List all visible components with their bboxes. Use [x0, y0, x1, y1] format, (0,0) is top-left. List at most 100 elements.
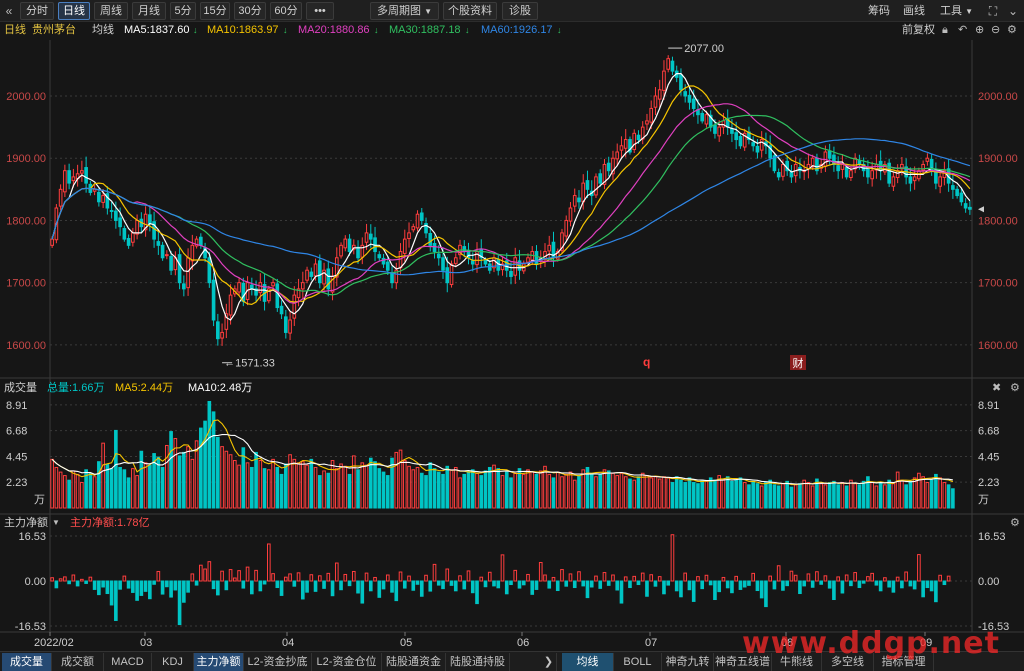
netflow-panel-title[interactable]: 主力净额 [4, 516, 48, 530]
volume-bar [547, 473, 552, 509]
netflow-bar [105, 580, 110, 595]
tab-right-0[interactable]: 均线 [562, 653, 614, 671]
candle-body [687, 94, 692, 103]
volume-bar [373, 461, 377, 509]
volume-tick-left: 8.91 [6, 400, 27, 412]
netflow-bar [237, 570, 241, 582]
candle-body [679, 74, 683, 91]
netflow-bar [199, 564, 203, 582]
netflow-bar [840, 580, 845, 594]
volume-bar [577, 475, 581, 509]
volume-bar [453, 466, 458, 509]
candle-body [662, 70, 666, 91]
last-price-marker [978, 206, 984, 213]
netflow-bar [462, 580, 467, 590]
volume-bar [445, 465, 450, 509]
volume-bar [143, 462, 148, 509]
settings-gear-icon[interactable]: ⚙ [1010, 516, 1020, 530]
tab-left-8[interactable]: 陆股通持股 [446, 653, 510, 671]
volume-bar [870, 482, 874, 509]
candle-body [216, 321, 220, 340]
x-tick-label: 03 [140, 637, 152, 649]
tab-left-5[interactable]: L2-资金抄底 [244, 653, 312, 671]
netflow-bar [649, 574, 654, 582]
volume-bar [704, 480, 709, 509]
volume-bar [653, 476, 658, 509]
netflow-bar [853, 572, 857, 582]
tab-right-1[interactable]: BOLL [614, 653, 662, 671]
tab-left-4[interactable]: 主力净额 [194, 653, 244, 671]
tab-left-3[interactable]: KDJ [152, 653, 194, 671]
x-tick-label: 05 [400, 637, 412, 649]
netflow-bar [755, 580, 760, 592]
netflow-tick-left: -16.53 [15, 621, 46, 633]
netflow-bar [585, 580, 590, 599]
candle-body [636, 134, 641, 141]
tab-left-1[interactable]: 成交额 [52, 653, 104, 671]
volume-bar [71, 470, 76, 509]
kline-chart[interactable]: 2000.00 2000.00 1900.00 1900.00 1800.00 1800.… [0, 0, 1024, 651]
volume-bar [347, 473, 352, 509]
netflow-bar [725, 580, 730, 589]
volume-panel-title[interactable]: 成交量 [4, 381, 37, 395]
tab-left-6[interactable]: L2-资金仓位 [312, 653, 382, 671]
tab-left-2[interactable]: MACD [104, 653, 152, 671]
tab-scroll-right-icon[interactable]: ❯ [541, 653, 557, 671]
volume-bar [912, 477, 917, 509]
settings-gear-icon[interactable]: ⚙ [1010, 381, 1020, 395]
volume-bar [97, 461, 101, 509]
netflow-bar [143, 580, 148, 592]
volume-bar [436, 471, 441, 509]
volume-tick-right: 4.45 [978, 451, 999, 463]
netflow-bar [445, 568, 450, 582]
netflow-bar [92, 580, 97, 590]
volume-bar [339, 463, 343, 509]
netflow-bar [88, 576, 93, 582]
candle-body [623, 139, 628, 149]
netflow-bar [921, 580, 925, 598]
candle-body [305, 269, 309, 281]
candle-body [135, 219, 139, 235]
tab-right-2[interactable]: 神奇九转 [662, 653, 714, 671]
netflow-bar [521, 580, 526, 586]
candle-body [283, 316, 288, 333]
netflow-bar [759, 580, 764, 599]
volume-bar [581, 469, 586, 509]
netflow-bar [747, 580, 751, 586]
netflow-bar [819, 580, 823, 585]
price-tick-left: 1800.00 [6, 215, 46, 227]
candle-body [131, 232, 135, 243]
netflow-bar [479, 576, 484, 582]
netflow-bar [326, 572, 331, 582]
candle-body [827, 150, 832, 159]
chevron-down-icon[interactable]: ▼ [52, 516, 60, 530]
netflow-bar [823, 575, 828, 582]
close-icon[interactable]: ✖ [992, 381, 1001, 395]
netflow-tick-left: 16.53 [18, 531, 46, 543]
candle-body [462, 246, 467, 253]
volume-bar [449, 469, 454, 509]
volume-bar [160, 466, 165, 509]
netflow-bar [317, 575, 322, 582]
low-label: ←1571.33 [224, 358, 275, 370]
netflow-bar [687, 580, 692, 591]
netflow-bar [589, 580, 594, 588]
volume-bar [411, 469, 416, 509]
netflow-bar [895, 576, 900, 582]
netflow-bar [419, 580, 424, 597]
candle-body [572, 195, 577, 207]
candle-body [390, 272, 394, 284]
volume-bar [802, 479, 806, 509]
netflow-bar [224, 580, 229, 591]
volume-bar [169, 431, 173, 509]
tab-left-0[interactable]: 成交量 [2, 653, 52, 671]
volume-bar [798, 483, 802, 509]
netflow-bar [815, 571, 819, 582]
candle-body [568, 207, 573, 222]
netflow-bar [245, 566, 250, 582]
netflow-bar [670, 534, 675, 582]
volume-bar [900, 479, 904, 509]
tab-left-7[interactable]: 陆股通资金 [382, 653, 446, 671]
netflow-bar [470, 580, 475, 594]
volume-bar [785, 480, 789, 509]
